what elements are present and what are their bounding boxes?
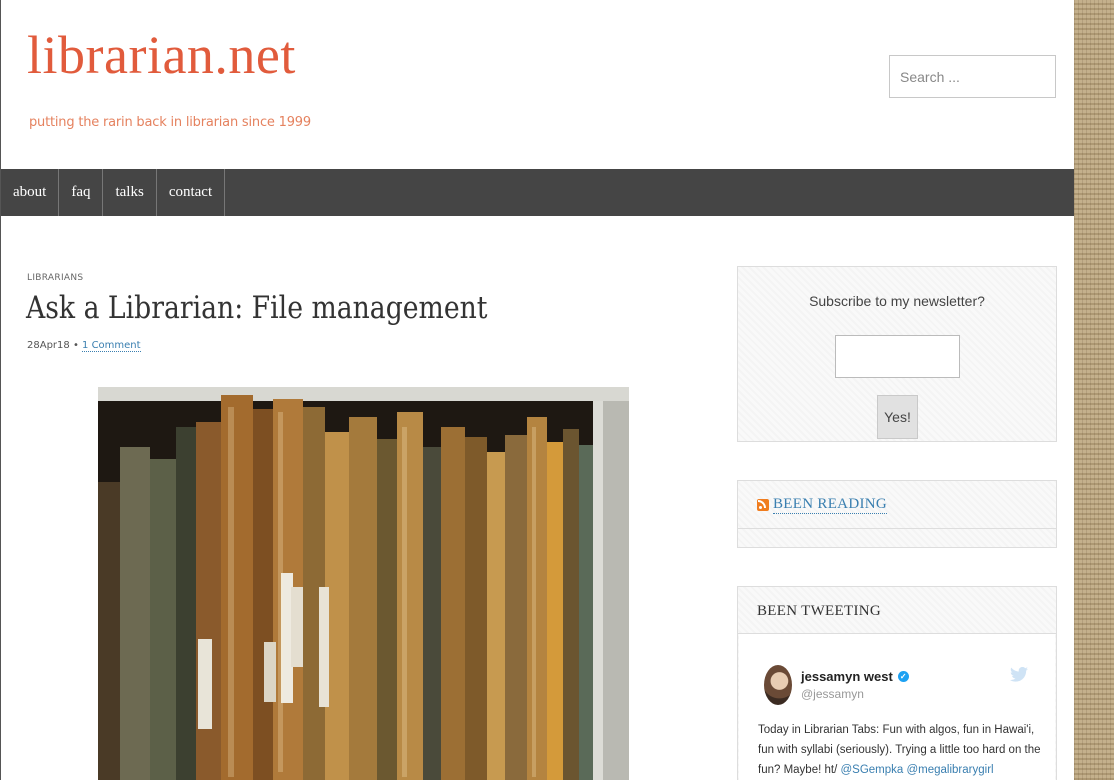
site-title[interactable]: librarian.net [27,28,296,82]
search-input[interactable] [889,55,1056,98]
tweet-text: Today in Librarian Tabs: Fun with algos,… [758,720,1048,780]
tweet-author-name[interactable]: jessamyn west ✓ [801,669,909,684]
newsletter-label: Subscribe to my newsletter? [809,293,985,309]
newsletter-submit-button[interactable]: Yes! [877,395,918,439]
post-meta: 28Apr18 • 1 Comment [27,340,141,352]
divider [738,528,1056,529]
avatar[interactable] [764,665,792,705]
tweet-author-label: jessamyn west [801,669,893,684]
tweeting-title: BEEN TWEETING [757,603,882,619]
reading-header: BEEN READING [757,496,888,514]
meta-separator: • [72,340,79,351]
reading-title-link[interactable]: BEEN READING [773,496,888,514]
twitter-icon[interactable] [1010,666,1028,687]
tweeting-widget: BEEN TWEETING jessamyn west ✓ @jessamyn … [737,586,1057,780]
tweet-handle[interactable]: @jessamyn [801,687,864,701]
post-date: 28Apr18 [27,340,70,351]
nav-item-about[interactable]: about [1,169,60,216]
post-category[interactable]: LIBRARIANS [27,273,83,283]
page: librarian.net putting the rarin back in … [0,0,1074,780]
comments-link[interactable]: 1 Comment [82,340,141,352]
newsletter-widget: Subscribe to my newsletter? Yes! [737,266,1057,442]
main-nav: about faq talks contact [1,169,1074,216]
tweet-card: jessamyn west ✓ @jessamyn Today in Libra… [739,634,1055,780]
tweet-mentions[interactable]: @SGempka @megalibrarygirl [840,764,993,776]
post-title[interactable]: Ask a Librarian: File management [26,290,487,326]
books-illustration [98,387,629,780]
rss-icon[interactable] [757,499,769,511]
post-image-books [98,387,629,780]
nav-item-faq[interactable]: faq [59,169,104,216]
reading-widget: BEEN READING [737,480,1057,548]
site-tagline: putting the rarin back in librarian sinc… [29,115,311,130]
newsletter-email-input[interactable] [835,335,960,378]
nav-item-talks[interactable]: talks [103,169,157,216]
nav-item-contact[interactable]: contact [157,169,226,216]
verified-icon: ✓ [897,671,909,682]
background-texture [1074,0,1114,780]
